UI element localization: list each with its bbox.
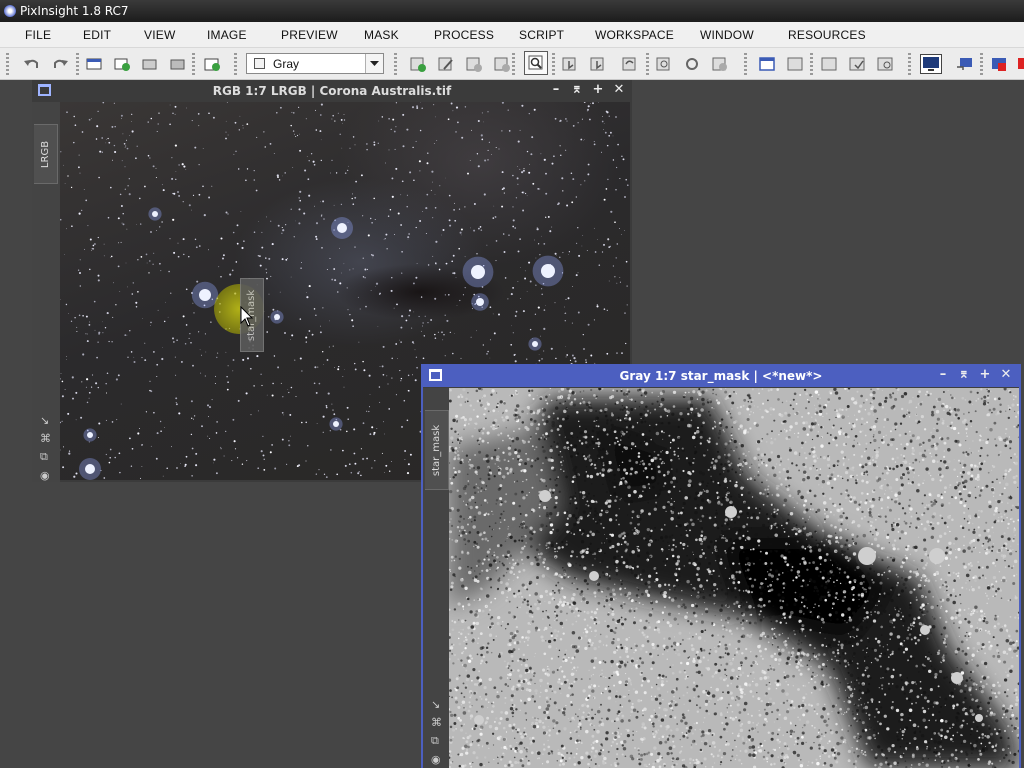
window-shade-icon[interactable]: ⌆: [570, 83, 584, 97]
process-cancel-icon[interactable]: [710, 55, 730, 73]
window-minimize-icon[interactable]: –: [936, 368, 950, 382]
rgb-window-title: RGB 1:7 LRGB | Corona Australis.tif: [212, 84, 452, 98]
star-icon[interactable]: ⌘: [431, 716, 442, 729]
app-title: PixInsight 1.8 RC7: [20, 4, 129, 18]
undo-icon[interactable]: [22, 55, 42, 73]
menu-file[interactable]: FILE: [25, 28, 51, 42]
menu-edit[interactable]: EDIT: [83, 28, 111, 42]
rgb-view-tab-label: LRGB: [40, 140, 52, 168]
target-icon[interactable]: ◉: [431, 753, 442, 766]
preview-ok-icon[interactable]: [847, 55, 867, 73]
preview-tool-icon[interactable]: [464, 55, 484, 73]
color-space-select[interactable]: Gray: [246, 53, 384, 74]
toolbar-separator: [512, 53, 515, 75]
duplicate-image-icon[interactable]: [140, 55, 160, 73]
overflow-icon[interactable]: [1016, 55, 1024, 73]
mask-invert-icon[interactable]: [620, 55, 640, 73]
toolbar-separator: [192, 53, 195, 75]
pixinsight-logo-icon: [4, 5, 16, 17]
rgb-window-tools: ↘ ⌘ ⧉ ◉: [40, 414, 51, 482]
window-system-icon[interactable]: [38, 84, 51, 96]
open-image-icon[interactable]: [112, 55, 132, 73]
star-icon[interactable]: ⌘: [40, 432, 51, 445]
menu-view[interactable]: VIEW: [144, 28, 175, 42]
color-swatch: [254, 58, 265, 69]
swap-icon[interactable]: [955, 55, 975, 73]
new-workspace-icon[interactable]: [202, 55, 222, 73]
toolbar-separator: [810, 53, 813, 75]
drag-icon[interactable]: ↘: [431, 698, 442, 711]
rgb-window-side-strip: LRGB ↘ ⌘ ⧉ ◉: [32, 102, 60, 482]
window-minimize-icon[interactable]: –: [549, 83, 563, 97]
menu-preview[interactable]: PREVIEW: [281, 28, 338, 42]
screen-transfer-icon[interactable]: [920, 54, 942, 74]
zoom-icon[interactable]: [524, 51, 548, 75]
new-image-icon[interactable]: [84, 55, 104, 73]
process-repeat-icon[interactable]: [682, 55, 702, 73]
window-maximize-icon[interactable]: +: [591, 83, 605, 97]
app-titlebar: PixInsight 1.8 RC7: [0, 0, 1024, 22]
menu-mask[interactable]: MASK: [364, 28, 399, 42]
mask-view-tab[interactable]: star_mask: [425, 410, 449, 490]
toolbar-separator: [394, 53, 397, 75]
window-close-icon[interactable]: ✕: [612, 83, 626, 97]
menu-resources[interactable]: RESOURCES: [788, 28, 866, 42]
mask-window-tools: ↘ ⌘ ⧉ ◉: [431, 698, 442, 766]
menu-bar: FILE EDIT VIEW IMAGE PREVIEW MASK PROCES…: [0, 22, 1024, 48]
copy-icon[interactable]: ⧉: [40, 450, 51, 464]
mask-window-titlebar[interactable]: Gray 1:7 star_mask | <*new*> – ⌆ + ✕: [423, 365, 1019, 387]
edit-preview-icon[interactable]: [436, 55, 456, 73]
toolbar: [0, 48, 1024, 80]
copy-icon[interactable]: ⧉: [431, 734, 442, 748]
menu-process[interactable]: PROCESS: [434, 28, 494, 42]
toolbar-separator: [76, 53, 79, 75]
delete-preview-icon[interactable]: [492, 55, 512, 73]
toolbar-separator: [646, 53, 649, 75]
close-image-icon[interactable]: [168, 55, 188, 73]
explorer-icon[interactable]: [757, 55, 777, 73]
menu-script[interactable]: SCRIPT: [519, 28, 564, 42]
mouse-cursor-icon: [240, 306, 254, 327]
rgb-view-tab[interactable]: LRGB: [34, 124, 58, 184]
toolbar-separator: [980, 53, 983, 75]
new-preview-icon[interactable]: [408, 55, 428, 73]
menu-window[interactable]: WINDOW: [700, 28, 754, 42]
rgb-window-titlebar[interactable]: RGB 1:7 LRGB | Corona Australis.tif – ⌆ …: [32, 80, 632, 102]
mask-window-side-strip: star_mask ↘ ⌘ ⧉ ◉: [423, 388, 449, 768]
window-close-icon[interactable]: ✕: [999, 368, 1013, 382]
mask-view-tab-label: star_mask: [431, 424, 442, 476]
color-space-value: Gray: [273, 56, 300, 71]
preview-mode-icon[interactable]: [819, 55, 839, 73]
mask-star-field: [449, 388, 1019, 768]
toolbar-separator: [908, 53, 911, 75]
red-close-icon[interactable]: [988, 55, 1008, 73]
process-execute-icon[interactable]: [654, 55, 674, 73]
toolbar-separator: [552, 53, 555, 75]
star-mask-image-window[interactable]: Gray 1:7 star_mask | <*new*> – ⌆ + ✕ sta…: [421, 364, 1021, 768]
window-shade-icon[interactable]: ⌆: [957, 368, 971, 382]
window-maximize-icon[interactable]: +: [978, 368, 992, 382]
menu-image[interactable]: IMAGE: [207, 28, 247, 42]
target-icon[interactable]: ◉: [40, 469, 51, 482]
mask-select-icon[interactable]: [560, 55, 580, 73]
history-icon[interactable]: [785, 55, 805, 73]
mask-remove-icon[interactable]: [588, 55, 608, 73]
mask-window-title: Gray 1:7 star_mask | <*new*>: [619, 369, 823, 383]
chevron-down-icon[interactable]: [365, 54, 383, 73]
toolbar-separator: [234, 53, 237, 75]
redo-icon[interactable]: [50, 55, 70, 73]
window-system-icon[interactable]: [429, 369, 442, 381]
toolbar-separator: [744, 53, 747, 75]
preview-zoom-icon[interactable]: [875, 55, 895, 73]
menu-workspace[interactable]: WORKSPACE: [595, 28, 674, 42]
star-mask-canvas[interactable]: [449, 388, 1019, 768]
drag-icon[interactable]: ↘: [40, 414, 51, 427]
toolbar-grip[interactable]: [6, 53, 9, 75]
